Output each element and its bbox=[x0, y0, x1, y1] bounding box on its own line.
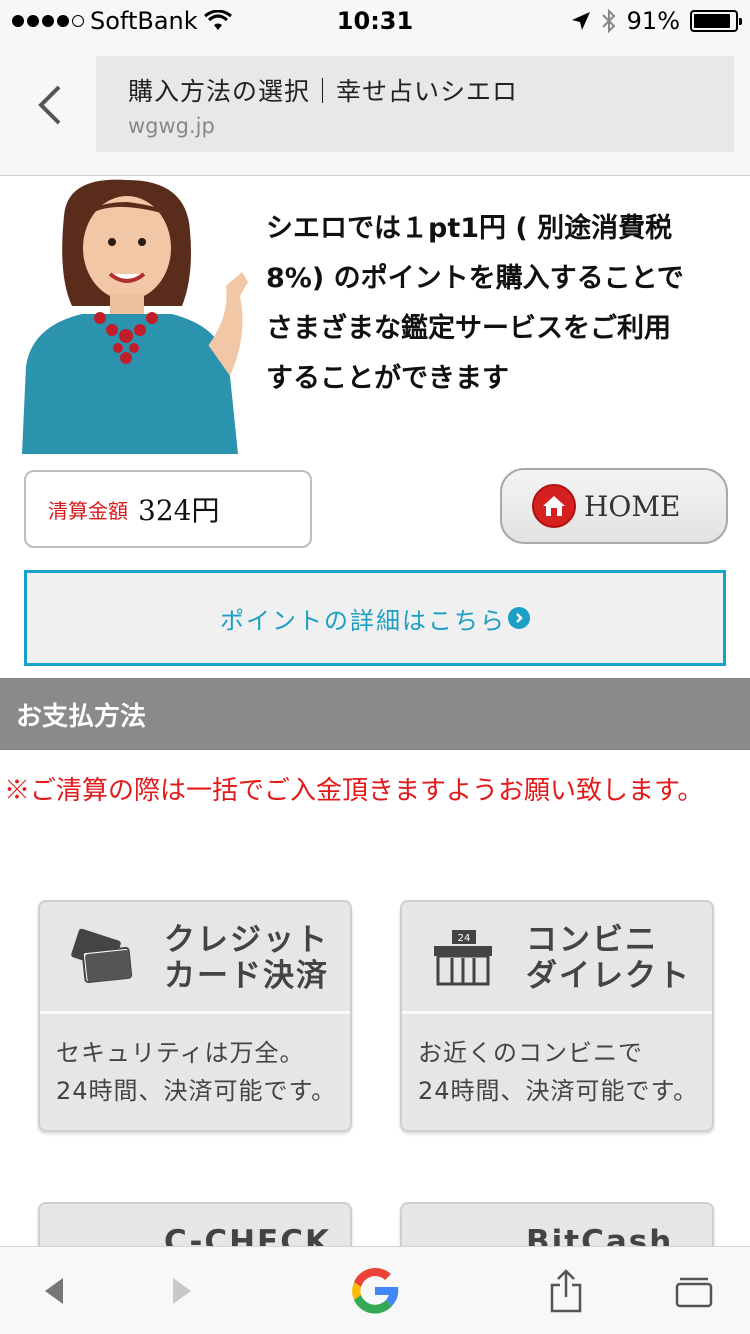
chevron-left-icon bbox=[38, 85, 61, 125]
points-detail-label: ポイントの詳細はこちら bbox=[220, 606, 506, 635]
chevron-right-circle-icon bbox=[508, 607, 530, 629]
points-detail-link[interactable]: ポイントの詳細はこちら bbox=[24, 570, 726, 666]
payment-desc-line: お近くのコンビニで bbox=[418, 1039, 643, 1067]
home-button-label: HOME bbox=[584, 489, 681, 523]
payment-title-line: クレジット bbox=[164, 922, 329, 958]
page-title: 購入方法の選択｜幸せ占いシエロ bbox=[128, 77, 519, 106]
home-icon bbox=[532, 484, 576, 528]
hero-line: シエロでは１pt1円 ( 別途消費税 bbox=[266, 213, 673, 244]
google-search-button[interactable] bbox=[336, 1247, 414, 1334]
share-button[interactable] bbox=[534, 1247, 598, 1334]
triangle-right-icon bbox=[173, 1278, 191, 1304]
bluetooth-icon bbox=[601, 8, 616, 34]
total-amount-value: 324円 bbox=[138, 494, 220, 527]
battery-percent: 91% bbox=[626, 7, 680, 35]
payment-title-line: ダイレクト bbox=[526, 958, 691, 994]
payment-card-header: 24 コンビニ ダイレクト bbox=[402, 902, 712, 1014]
battery-level bbox=[694, 14, 731, 28]
payment-desc-line: 24時間、決済可能です。 bbox=[418, 1077, 699, 1105]
total-amount-box: 清算金額 324円 bbox=[24, 470, 312, 548]
payment-title-line: コンビニ bbox=[526, 922, 658, 958]
battery-icon bbox=[690, 10, 742, 32]
location-arrow-icon bbox=[571, 12, 590, 30]
browser-toolbar bbox=[0, 1246, 750, 1334]
payment-card-description: お近くのコンビニで 24時間、決済可能です。 bbox=[402, 1014, 712, 1130]
payment-card-header: クレジット カード決済 bbox=[40, 902, 350, 1014]
page: SoftBank 10:31 91% 購入方法の選択｜幸せ占いシエロ wgwg.… bbox=[0, 0, 750, 1334]
hero-section: シエロでは１pt1円 ( 別途消費税 8%) のポイントを購入することで さまざ… bbox=[0, 176, 750, 454]
payment-title-line: カード決済 bbox=[164, 958, 329, 994]
browser-header: 購入方法の選択｜幸せ占いシエロ wgwg.jp bbox=[0, 40, 750, 176]
triangle-left-icon bbox=[45, 1278, 63, 1304]
home-button[interactable]: HOME bbox=[500, 468, 728, 544]
payment-card-description: セキュリティは万全。 24時間、決済可能です。 bbox=[40, 1014, 350, 1130]
status-bar: SoftBank 10:31 91% bbox=[0, 0, 750, 40]
store-badge-text: 24 bbox=[458, 933, 471, 944]
payment-notice: ※ご清算の際は一括でご入金頂きますようお願い致します。 bbox=[4, 776, 704, 806]
page-domain: wgwg.jp bbox=[128, 114, 215, 138]
browser-back-button[interactable] bbox=[26, 80, 72, 130]
url-bar[interactable]: 購入方法の選択｜幸せ占いシエロ wgwg.jp bbox=[96, 56, 734, 152]
status-right: 91% bbox=[571, 7, 742, 35]
tabs-icon bbox=[675, 1277, 713, 1308]
tabs-button[interactable] bbox=[662, 1247, 726, 1334]
payment-desc-line: 24時間、決済可能です。 bbox=[56, 1077, 337, 1105]
convenience-store-payment-button[interactable]: 24 コンビニ ダイレクト お近くのコンビニで 24時間、決済可能です。 bbox=[400, 900, 714, 1132]
total-amount-label: 清算金額 bbox=[48, 498, 128, 523]
hero-line: さまざまな鑑定サービスをご利用 bbox=[266, 313, 671, 344]
convenience-store-icon: 24 bbox=[434, 930, 492, 986]
payment-desc-line: セキュリティは万全。 bbox=[56, 1039, 305, 1067]
payment-section-title: お支払方法 bbox=[0, 678, 750, 750]
payment-card-title: コンビニ ダイレクト bbox=[526, 922, 691, 994]
payment-card-title: クレジット カード決済 bbox=[164, 922, 329, 994]
toolbar-back-button[interactable] bbox=[22, 1247, 86, 1334]
presenter-photo bbox=[12, 176, 252, 454]
google-logo-icon bbox=[352, 1267, 399, 1314]
credit-card-payment-button[interactable]: クレジット カード決済 セキュリティは万全。 24時間、決済可能です。 bbox=[38, 900, 352, 1132]
hero-line: することができます bbox=[266, 363, 509, 394]
credit-card-icon bbox=[71, 928, 133, 984]
toolbar-forward-button[interactable] bbox=[150, 1247, 214, 1334]
hero-description: シエロでは１pt1円 ( 別途消費税 8%) のポイントを購入することで さまざ… bbox=[266, 204, 736, 404]
hero-line: 8%) のポイントを購入することで bbox=[266, 263, 684, 294]
share-icon bbox=[550, 1269, 582, 1313]
